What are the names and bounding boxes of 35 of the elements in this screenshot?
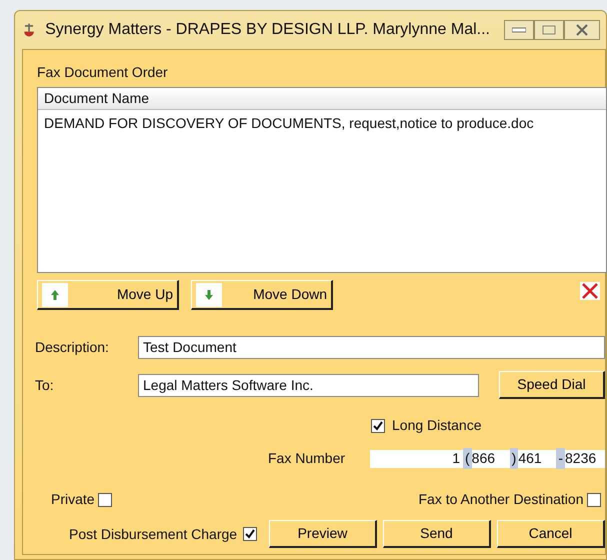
column-header[interactable]: Document Name bbox=[38, 88, 606, 110]
maximize-icon bbox=[542, 25, 556, 35]
field-label: To: bbox=[35, 376, 55, 394]
delete-icon[interactable] bbox=[580, 282, 600, 300]
checkbox-label: Private bbox=[51, 490, 95, 509]
minimize-icon bbox=[512, 27, 526, 33]
close-button[interactable] bbox=[564, 20, 600, 40]
check-icon bbox=[245, 529, 256, 539]
dialog-button[interactable]: Send bbox=[383, 520, 491, 548]
arrow-down-icon bbox=[204, 288, 214, 300]
move-button[interactable]: Move Up bbox=[37, 280, 179, 310]
window-title: Synergy Matters - DRAPES BY DESIGN LLP. Marylynne Mal... bbox=[45, 20, 490, 40]
move-button[interactable]: Move Down bbox=[191, 280, 333, 310]
checkbox[interactable] bbox=[98, 492, 112, 506]
checkbox[interactable] bbox=[243, 527, 257, 541]
checkbox-label: Post Disbursement Charge bbox=[69, 524, 238, 544]
description-field[interactable]: Test Document bbox=[138, 336, 605, 359]
checkbox-label: Long Distance bbox=[392, 416, 482, 435]
dialog-button[interactable]: Cancel bbox=[497, 520, 605, 548]
maximize-button[interactable] bbox=[534, 20, 564, 40]
checkbox[interactable] bbox=[587, 492, 601, 506]
dialog-button[interactable]: Preview bbox=[269, 520, 377, 548]
list-item[interactable]: DEMAND FOR DISCOVERY OF DOCUMENTS, request,notice to produce.doc bbox=[38, 110, 606, 137]
to-field[interactable]: Legal Matters Software Inc. bbox=[138, 374, 479, 396]
checkbox-label: Fax to Another Destination bbox=[418, 490, 584, 509]
arrow-up-icon bbox=[50, 288, 60, 300]
minimize-button[interactable] bbox=[504, 20, 534, 40]
check-icon bbox=[373, 420, 383, 430]
close-icon bbox=[576, 24, 588, 36]
field-label: Fax Number bbox=[268, 449, 346, 468]
fax-number-field[interactable]: 1 (866 )461 -8236 bbox=[370, 450, 605, 468]
checkbox[interactable] bbox=[371, 418, 385, 432]
speed-dial-button[interactable]: Speed Dial bbox=[499, 371, 605, 399]
group-label: Fax Document Order bbox=[37, 63, 169, 82]
field-label: Description: bbox=[35, 338, 110, 357]
